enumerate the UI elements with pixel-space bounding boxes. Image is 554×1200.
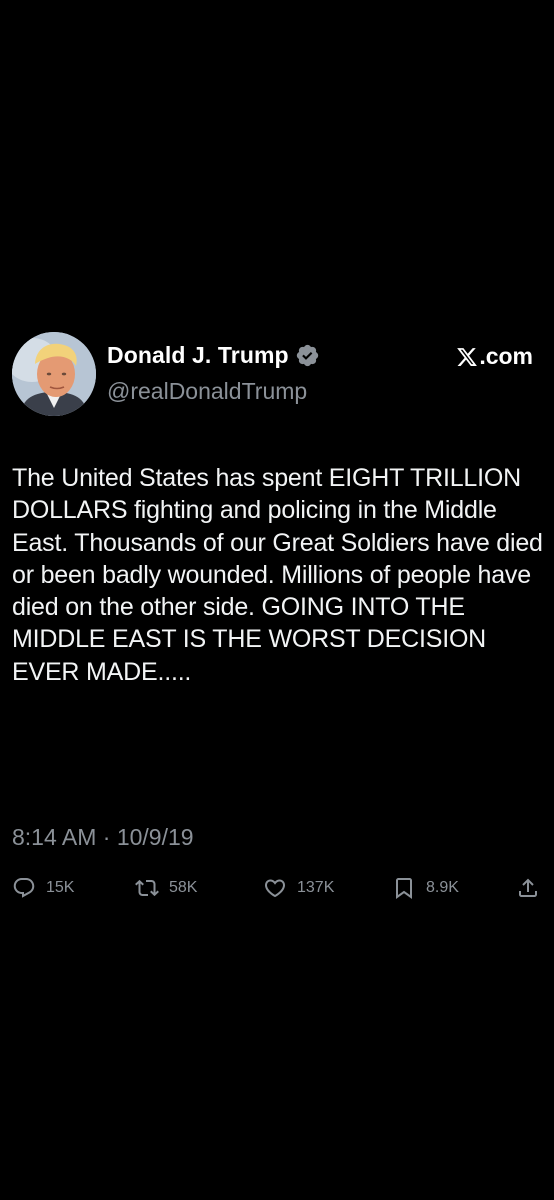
reply-count: 15K	[46, 879, 75, 896]
display-name[interactable]: Donald J. Trump	[107, 342, 289, 369]
verified-badge-icon	[295, 343, 320, 368]
share-icon	[516, 876, 540, 900]
bookmark-button[interactable]: 8.9K	[392, 876, 459, 900]
tweet-text: The United States has spent EIGHT TRILLI…	[12, 464, 543, 686]
author-name-row: Donald J. Trump	[107, 342, 320, 369]
bookmark-count: 8.9K	[426, 879, 459, 896]
heart-icon	[263, 876, 287, 900]
x-logo-icon	[456, 346, 478, 368]
repost-icon	[135, 876, 159, 900]
share-button[interactable]	[516, 876, 540, 900]
bookmark-icon	[392, 876, 416, 900]
avatar[interactable]	[12, 332, 96, 416]
like-button[interactable]: 137K	[263, 876, 334, 900]
repost-count: 58K	[169, 879, 198, 896]
author-handle[interactable]: @realDonaldTrump	[107, 378, 307, 405]
tweet-header: Donald J. Trump @realDonaldTrump .com	[0, 330, 554, 420]
reply-button[interactable]: 15K	[12, 876, 74, 900]
tweet-timestamp[interactable]: 8:14 AM · 10/9/19	[12, 824, 194, 851]
repost-button[interactable]: 58K	[135, 876, 197, 900]
source-label: .com	[479, 343, 533, 369]
like-count: 137K	[297, 879, 335, 896]
source-link[interactable]: .com	[456, 343, 533, 370]
action-bar: 15K 58K 137K 8.9K	[0, 876, 554, 912]
tweet-card: Donald J. Trump @realDonaldTrump .com Th…	[0, 330, 554, 899]
profile-photo-icon	[12, 332, 96, 416]
reply-icon	[12, 876, 36, 900]
